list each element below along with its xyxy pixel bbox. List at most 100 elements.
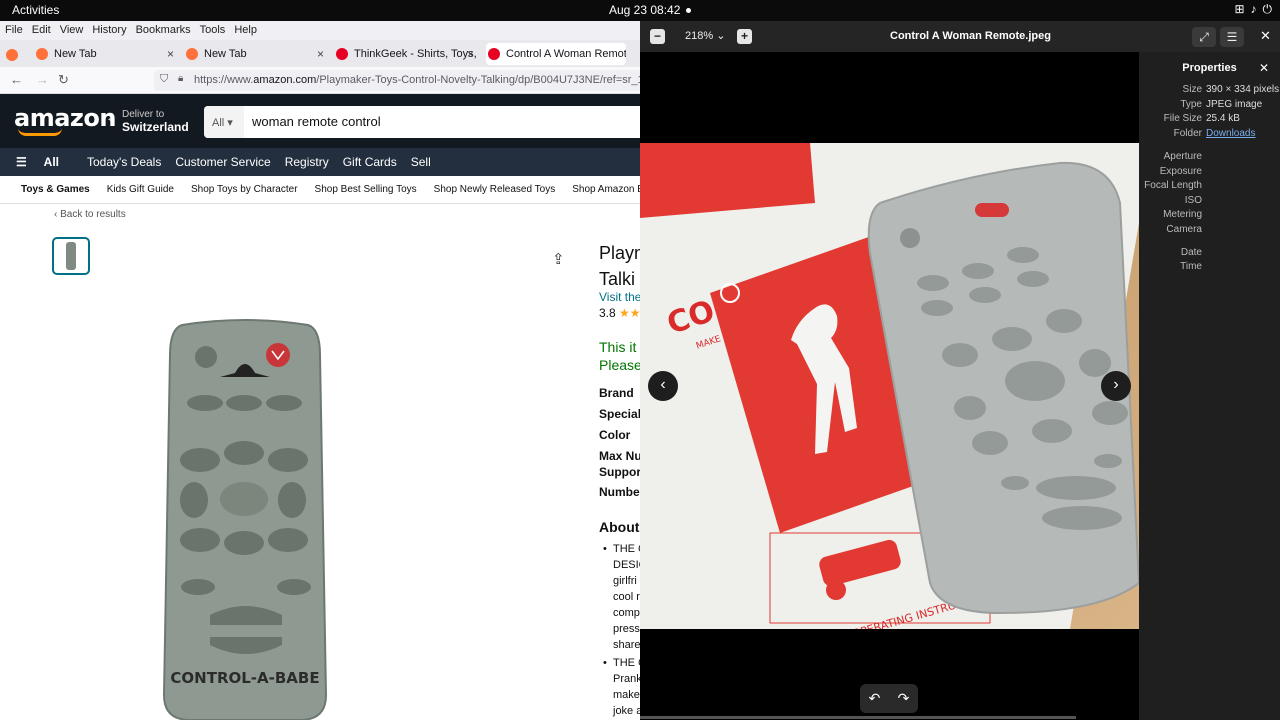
close-icon[interactable]: ×: [467, 47, 474, 61]
prop-key: Folder: [1173, 128, 1202, 139]
tab-bar: New Tab × New Tab × ThinkGeek - Shirts, …: [0, 40, 640, 67]
nav-sell[interactable]: Sell: [411, 155, 431, 169]
close-window-button[interactable]: ✕: [1260, 28, 1271, 44]
clock[interactable]: Aug 23 08:42: [609, 3, 680, 17]
reload-icon[interactable]: ↻: [58, 72, 69, 88]
system-tray[interactable]: ⊞ ♪ ⏻: [1234, 2, 1272, 17]
prop-size: Size 390 × 334 pixels: [1139, 84, 1280, 98]
bullet-dot: •: [603, 657, 607, 669]
product-image[interactable]: CONTROL-A-BABE: [160, 315, 330, 720]
prop-key: File Size: [1163, 113, 1202, 124]
subnav-best-selling[interactable]: Shop Best Selling Toys: [315, 184, 417, 195]
share-icon[interactable]: ⇪: [552, 250, 565, 268]
zoom-level[interactable]: 218% ⌄: [685, 29, 725, 42]
top-bar: Activities Aug 23 08:42 ⊞ ♪ ⏻: [0, 0, 1280, 21]
url-bar[interactable]: https://www.amazon.com/Playmaker-Toys-Co…: [154, 70, 640, 91]
close-properties-button[interactable]: ✕: [1259, 61, 1269, 75]
menu-file[interactable]: File: [4, 21, 27, 40]
menu-bookmarks[interactable]: Bookmarks: [135, 21, 195, 40]
zoom-value: 218%: [685, 30, 714, 42]
folder-link[interactable]: Downloads: [1206, 128, 1255, 139]
menu-button[interactable]: ☰: [1220, 27, 1244, 47]
menu-tools[interactable]: Tools: [199, 21, 230, 40]
prop-focal-length: Focal Length: [1139, 180, 1280, 194]
visit-store-link[interactable]: Visit the: [599, 290, 641, 304]
remote-package-image: CONTROL A WOMAN MAKE HER DO WHAT YOU WAN…: [640, 143, 1139, 629]
subnav-toys-by-character[interactable]: Shop Toys by Character: [191, 184, 298, 195]
menu-help[interactable]: Help: [233, 21, 261, 40]
product-thumbnail[interactable]: [52, 237, 90, 275]
previous-image-button[interactable]: ‹: [648, 371, 678, 401]
deliver-to-label: Deliver to: [122, 109, 165, 120]
nav-todays-deals[interactable]: Today's Deals: [87, 155, 161, 169]
firefox-icon: [36, 48, 48, 60]
about-heading: About: [599, 519, 640, 535]
amazon-subnav: Toys & Games Kids Gift Guide Shop Toys b…: [0, 176, 667, 204]
menu-history[interactable]: History: [91, 21, 130, 40]
chevron-down-icon: ⌄: [716, 30, 726, 42]
prop-key: Size: [1182, 84, 1202, 95]
spec-special: Special: [599, 407, 642, 421]
prop-time: Time: [1139, 261, 1280, 275]
tab-control-a-woman[interactable]: Control A Woman Remote: [486, 43, 626, 65]
tab-label: New Tab: [204, 48, 247, 60]
pinterest-icon: [488, 48, 500, 60]
shield-icon[interactable]: ⛉: [160, 73, 168, 86]
prop-key: Type: [1180, 99, 1202, 110]
zoom-in-button[interactable]: +: [737, 29, 752, 44]
amazon-smile-logo: [18, 128, 62, 136]
properties-panel: Properties ✕ Size 390 × 334 pixels Type JP…: [1139, 52, 1280, 720]
close-icon[interactable]: ×: [167, 47, 174, 61]
prop-key: Date: [1180, 247, 1202, 258]
prop-date: Date: [1139, 247, 1280, 261]
rating[interactable]: 3.8 ★★: [599, 306, 641, 320]
subnav-kids-gift-guide[interactable]: Kids Gift Guide: [107, 184, 174, 195]
tab-new-tab-1[interactable]: New Tab ×: [36, 43, 176, 65]
url-domain: amazon.com: [253, 74, 317, 86]
prop-key: Camera: [1166, 224, 1202, 235]
menu-edit[interactable]: Edit: [31, 21, 55, 40]
nav-registry[interactable]: Registry: [285, 155, 329, 169]
all-menu-button[interactable]: ☰ All: [16, 155, 73, 169]
zoom-out-button[interactable]: −: [650, 29, 665, 44]
fullscreen-button[interactable]: ⤢: [1192, 27, 1216, 47]
prop-key: Exposure: [1159, 166, 1202, 177]
lock-icon[interactable]: 🔒︎: [178, 73, 183, 84]
search-scope-label: All: [212, 117, 225, 129]
nav-bar: ← → ↻ https://www.amazon.com/Playmaker-T…: [0, 67, 640, 94]
rotate-left-icon[interactable]: ↶: [869, 690, 881, 707]
horizontal-scrollbar[interactable]: [640, 716, 1076, 719]
rotate-right-icon[interactable]: ↷: [898, 690, 910, 707]
prop-value: 25.4 kB: [1206, 113, 1240, 124]
deliver-to[interactable]: ⌖ Deliver to Switzerland: [108, 109, 189, 135]
spec-number: Number: [599, 485, 645, 499]
prop-metering: Metering: [1139, 209, 1280, 223]
power-icon: ⏻: [1262, 2, 1273, 16]
activities-button[interactable]: Activities: [12, 3, 59, 17]
remote-brand-text: CONTROL-A-BABE: [170, 669, 319, 687]
tab-new-tab-2[interactable]: New Tab ×: [186, 43, 326, 65]
rotate-toolbar: ↶ ↷: [860, 684, 918, 713]
tab-thinkgeek[interactable]: ThinkGeek - Shirts, Toys, ×: [336, 43, 476, 65]
menu-view[interactable]: View: [59, 21, 88, 40]
amazon-nav: ☰ All Today's Deals Customer Service Reg…: [0, 148, 640, 176]
search-box[interactable]: All ▾ woman remote control: [204, 106, 644, 138]
nav-customer-service[interactable]: Customer Service: [175, 155, 270, 169]
next-image-button[interactable]: ›: [1101, 371, 1131, 401]
forward-arrow-icon[interactable]: →: [36, 72, 49, 87]
deliver-place: Switzerland: [122, 120, 189, 134]
back-to-results-link[interactable]: ‹ Back to results: [54, 209, 126, 220]
subnav-toys-games[interactable]: Toys & Games: [21, 184, 90, 195]
star-icon: ★★: [619, 306, 641, 320]
subnav-newly-released[interactable]: Shop Newly Released Toys: [434, 184, 556, 195]
search-input[interactable]: woman remote control: [252, 114, 381, 129]
prop-value: 390 × 334 pixels: [1206, 84, 1280, 95]
close-icon[interactable]: ×: [317, 47, 324, 61]
nav-gift-cards[interactable]: Gift Cards: [343, 155, 397, 169]
remote-thumb-image: [66, 242, 76, 270]
firefox-view-icon[interactable]: [6, 44, 24, 66]
prop-key: ISO: [1184, 195, 1202, 206]
back-arrow-icon[interactable]: ←: [10, 72, 23, 87]
search-scope-select[interactable]: All ▾: [204, 106, 244, 138]
viewer-photo[interactable]: CONTROL A WOMAN MAKE HER DO WHAT YOU WAN…: [640, 143, 1139, 629]
